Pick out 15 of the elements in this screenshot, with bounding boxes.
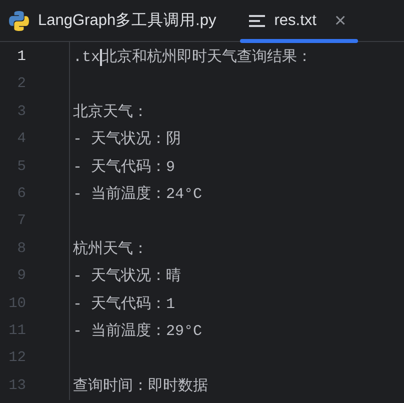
text-line: 杭州天气： xyxy=(73,240,148,258)
text-line: - 天气状况：阴 xyxy=(73,131,182,148)
file-tab[interactable]: res.txt xyxy=(274,0,324,42)
text-line: - 当前温度：29°C xyxy=(73,322,202,340)
text-line: - 当前温度：24°C xyxy=(73,186,202,203)
text-file-icon xyxy=(248,14,266,28)
text-line: 查询时间：即时数据 xyxy=(73,378,208,395)
text-line: - 天气代码：9 xyxy=(73,158,176,176)
file-tab[interactable]: LangGraph多工具调用.py xyxy=(38,0,224,42)
text-line: .tx北京和杭州即时天气查询结果： xyxy=(73,49,312,66)
text-line: - 天气状况：晴 xyxy=(73,268,182,286)
text-line: - 天气代码：1 xyxy=(73,296,176,313)
line-number: 1 xyxy=(17,49,26,65)
python-icon xyxy=(8,10,30,32)
text-line: 北京天气： xyxy=(73,104,148,121)
